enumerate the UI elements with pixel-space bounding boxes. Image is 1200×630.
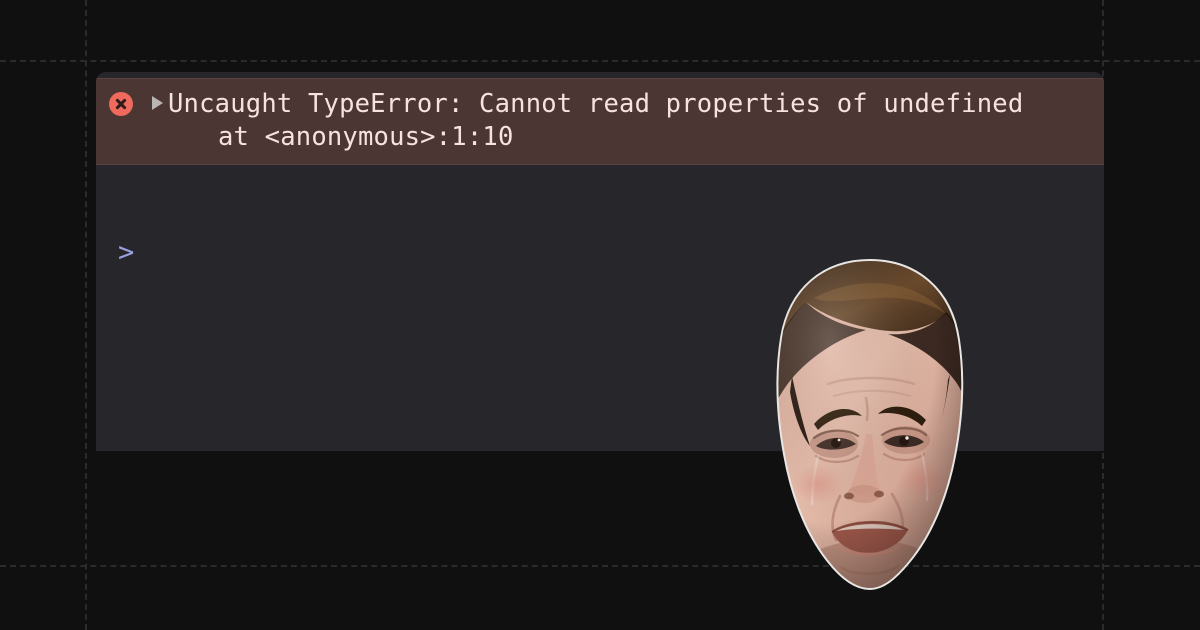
- console-command-input[interactable]: [134, 237, 1104, 267]
- eye-bag-right: [882, 452, 926, 462]
- prompt-chevron-icon: >: [118, 236, 135, 268]
- upper-lip-line: [831, 521, 909, 533]
- upper-teeth: [836, 524, 904, 531]
- error-text-container: Uncaught TypeError: Cannot read properti…: [168, 88, 1104, 154]
- eye-bag-left: [814, 454, 860, 464]
- cheek-right: [896, 460, 948, 500]
- cheek-left: [792, 464, 844, 504]
- grid-line-horizontal-bottom: [0, 565, 1200, 567]
- nose-tip: [847, 485, 881, 503]
- nasolabial-fold-right: [890, 492, 905, 542]
- error-message-text: Uncaught TypeError: Cannot read properti…: [168, 89, 1024, 119]
- nostril-left: [844, 492, 854, 500]
- chin-crease: [840, 564, 900, 575]
- jaw-shadow: [792, 540, 948, 588]
- console-prompt-row[interactable]: >: [96, 232, 1104, 272]
- tear-streak-left: [810, 454, 820, 506]
- console-error-entry[interactable]: Uncaught TypeError: Cannot read properti…: [96, 78, 1104, 165]
- error-circle-x-icon: [109, 92, 133, 116]
- chevron-right-icon[interactable]: [151, 96, 163, 110]
- nostril-right: [874, 490, 884, 498]
- lower-lip: [834, 542, 906, 556]
- error-stack-line: at <anonymous>:1:10: [218, 122, 514, 152]
- grid-line-horizontal-top: [0, 60, 1200, 62]
- tear-streak-right: [920, 452, 929, 502]
- disclosure-container[interactable]: [146, 88, 168, 110]
- nasolabial-fold-left: [831, 494, 842, 542]
- grid-line-vertical-left: [85, 0, 87, 630]
- mouth: [832, 521, 908, 554]
- error-icon-container: [96, 88, 146, 116]
- devtools-console-panel: Uncaught TypeError: Cannot read properti…: [96, 72, 1104, 451]
